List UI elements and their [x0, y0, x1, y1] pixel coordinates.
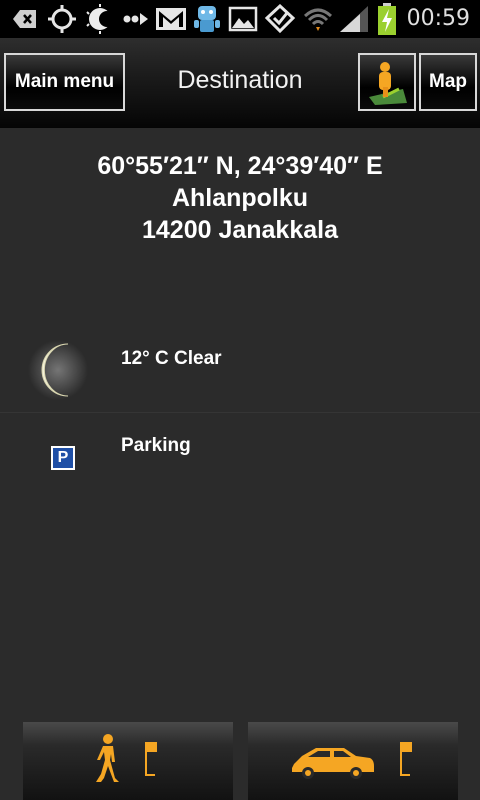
weather-label: 12° C Clear: [121, 348, 222, 369]
status-bar: 00:59: [0, 0, 480, 38]
coordinates: 60°55′21″ N, 24°39′40″ E: [97, 152, 383, 180]
robot-icon: [194, 6, 220, 32]
gps-icon: [48, 5, 76, 33]
parking-label: Parking: [121, 435, 191, 456]
main-menu-label: Main menu: [14, 71, 115, 92]
navigate-button[interactable]: [358, 53, 416, 111]
walk-route-button[interactable]: [23, 722, 233, 800]
main-menu-button[interactable]: Main menu: [4, 53, 125, 111]
signal-icon: [340, 6, 368, 32]
flag-icon: [400, 742, 412, 776]
car-icon: [292, 748, 374, 779]
gmail-icon: [156, 8, 186, 30]
flag-icon: [145, 742, 157, 776]
destination-address: 60°55′21″ N, 24°39′40″ E Ahlanpolku 1420…: [0, 150, 480, 246]
parking-row[interactable]: P Parking: [0, 413, 480, 493]
car-route-button[interactable]: [248, 722, 458, 800]
walk-icon: [96, 734, 119, 782]
wifi-icon: [303, 8, 333, 31]
gallery-icon: [228, 6, 258, 32]
clock: 00:59: [406, 6, 470, 31]
street-name: Ahlanpolku: [171, 184, 309, 212]
map-button[interactable]: Map: [419, 53, 477, 111]
page-title: Destination: [177, 66, 303, 94]
moon-icon: [86, 4, 115, 34]
check-icon: [264, 4, 296, 34]
action-bar: Main menu Destination Map: [0, 38, 480, 128]
weather-row: 12° C Clear: [0, 330, 480, 413]
moon-icon: [28, 340, 88, 400]
battery-icon: [378, 3, 396, 35]
postal-city: 14200 Janakkala: [141, 216, 338, 244]
map-label: Map: [429, 71, 467, 92]
pin-icon: [369, 62, 407, 105]
forward-dots-icon: [123, 13, 148, 25]
back-icon: [13, 10, 36, 28]
parking-icon: P: [51, 446, 75, 470]
